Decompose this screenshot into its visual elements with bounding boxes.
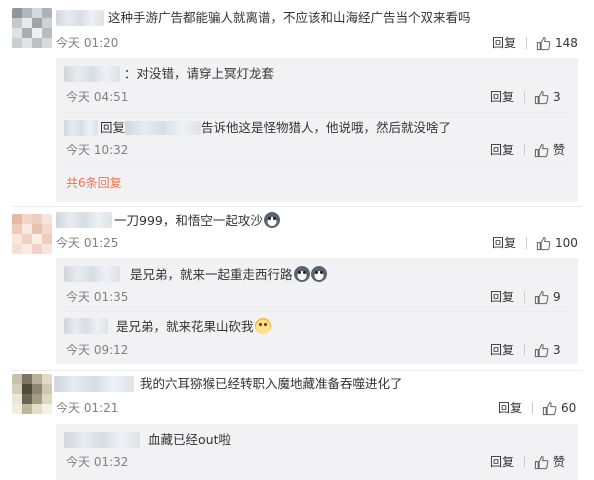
dog-face-emoji-icon (293, 266, 310, 282)
reply-body: 告诉他这是怪物猎人，他说哦，然后就没啥了 (201, 120, 452, 135)
username-blurred[interactable] (64, 432, 140, 448)
mention-blurred[interactable] (125, 121, 202, 135)
comment-text: 这种手游广告都能骗人就离谱，不应该和山海经广告当个双来看吗 (108, 10, 471, 25)
like-button[interactable]: 100 (536, 235, 578, 251)
comment-body: 一刀999，和悟空一起攻沙 (114, 213, 263, 228)
reply-button[interactable]: 回复 (498, 400, 522, 416)
divider (524, 144, 525, 156)
like-count: 3 (553, 343, 561, 357)
like-count: 100 (555, 236, 578, 250)
reply-time: 今天 10:32 (66, 143, 129, 157)
like-count: 60 (561, 401, 577, 415)
comment-divider (12, 370, 582, 371)
thumbs-up-icon (534, 90, 549, 104)
reply-button[interactable]: 回复 (492, 35, 516, 51)
dog-face-emoji-icon (310, 266, 327, 282)
reply-prefix: 回复 (100, 120, 126, 135)
divider (524, 344, 525, 356)
reply-text: 是兄弟，就来一起重走西行路 (130, 266, 327, 283)
thumbs-up-icon (542, 401, 557, 415)
like-label: 赞 (553, 455, 566, 469)
like-count: 148 (555, 36, 578, 50)
avatar[interactable] (12, 374, 52, 414)
comment-time: 今天 01:20 (56, 36, 119, 50)
cat-face-emoji-icon (254, 318, 271, 334)
dog-face-emoji-icon (263, 212, 280, 228)
like-label: 赞 (553, 143, 566, 157)
divider (524, 456, 525, 468)
comment-time: 今天 01:21 (56, 401, 119, 415)
like-count: 9 (553, 290, 561, 304)
like-button[interactable]: 3 (534, 89, 561, 105)
like-button[interactable]: 赞 (534, 142, 565, 158)
thumbs-up-icon (536, 36, 551, 50)
avatar[interactable] (12, 214, 52, 254)
divider (64, 166, 572, 167)
thumbs-up-icon (534, 343, 549, 357)
reply-time: 今天 09:12 (66, 343, 129, 357)
reply-text: 回复 告诉他这是怪物猎人，他说哦，然后就没啥了 (100, 120, 451, 136)
comment-divider (12, 206, 582, 207)
divider (524, 291, 525, 303)
like-count: 3 (553, 90, 561, 104)
username-blurred[interactable] (64, 120, 98, 136)
divider (64, 112, 572, 113)
comment-time: 今天 01:25 (56, 236, 119, 250)
thumbs-up-icon (534, 143, 549, 157)
divider (526, 37, 527, 49)
divider (526, 237, 527, 249)
thumbs-up-icon (534, 455, 549, 469)
more-replies-link[interactable]: 共6条回复 (66, 175, 122, 191)
divider (64, 311, 572, 312)
reply-button[interactable]: 回复 (490, 289, 514, 305)
like-button[interactable]: 148 (536, 35, 578, 51)
like-button[interactable]: 赞 (534, 454, 565, 470)
reply-body: 是兄弟，就来花果山砍我 (116, 319, 254, 334)
reply-text: 血藏已经out啦 (148, 432, 231, 447)
reply-button[interactable]: 回复 (490, 142, 514, 158)
like-button[interactable]: 60 (542, 400, 576, 416)
username-blurred[interactable] (64, 318, 108, 334)
thumbs-up-icon (534, 290, 549, 304)
reply-text: 是兄弟，就来花果山砍我 (116, 318, 271, 335)
reply-time: 今天 04:51 (66, 90, 129, 104)
reply-button[interactable]: 回复 (490, 454, 514, 470)
reply-text: ：对没错，请穿上冥灯龙套 (124, 66, 275, 81)
like-button[interactable]: 3 (534, 342, 561, 358)
username-blurred[interactable] (56, 212, 112, 228)
username-blurred[interactable] (54, 376, 134, 392)
username-blurred[interactable] (56, 10, 104, 26)
like-button[interactable]: 9 (534, 289, 561, 305)
divider (532, 402, 533, 414)
comment-text: 一刀999，和悟空一起攻沙 (114, 212, 280, 229)
avatar[interactable] (12, 8, 52, 48)
reply-body: 是兄弟，就来一起重走西行路 (130, 267, 293, 282)
reply-button[interactable]: 回复 (492, 235, 516, 251)
reply-time: 今天 01:35 (66, 290, 129, 304)
reply-button[interactable]: 回复 (490, 342, 514, 358)
comment-text: 我的六耳猕猴已经转职入魔地藏准备吞噬进化了 (140, 376, 403, 391)
thumbs-up-icon (536, 236, 551, 250)
reply-button[interactable]: 回复 (490, 89, 514, 105)
username-blurred[interactable] (64, 266, 120, 282)
divider (524, 91, 525, 103)
reply-time: 今天 01:32 (66, 455, 129, 469)
username-blurred[interactable] (64, 66, 120, 82)
